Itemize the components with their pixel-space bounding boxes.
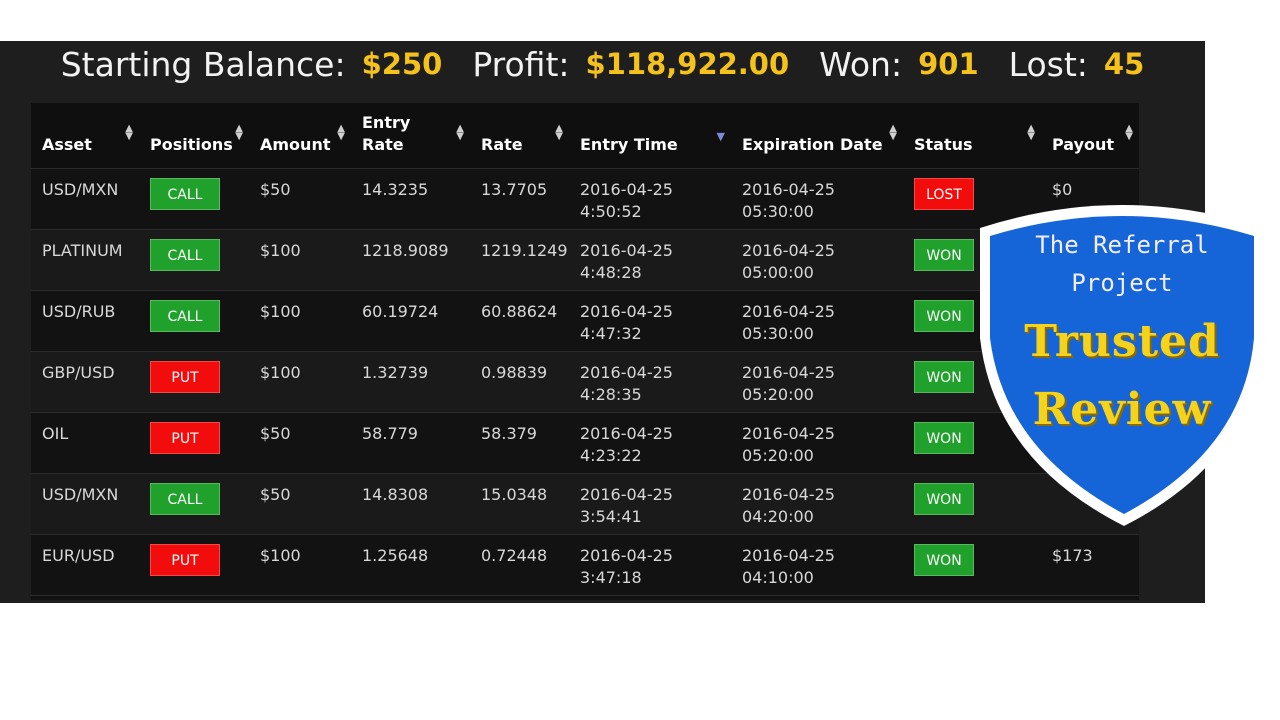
position-call-button[interactable]: CALL xyxy=(150,177,220,210)
amount-cell: $100 xyxy=(249,351,351,413)
position-cell: CALL xyxy=(139,473,249,535)
expiration-date-cell: 2016-04-25 05:30:00 xyxy=(731,290,903,352)
amount-cell: $50 xyxy=(249,168,351,230)
status-badge: LOST xyxy=(914,177,974,210)
status-badge: WON xyxy=(914,543,974,576)
amount-cell: $100 xyxy=(249,534,351,596)
sort-icon[interactable]: ▲ ▼ xyxy=(1027,124,1035,142)
position-put-button[interactable]: PUT xyxy=(150,543,220,576)
entry-rate-cell: 58.779 xyxy=(351,412,470,474)
position-cell: PUT xyxy=(139,351,249,413)
status-badge: WON xyxy=(914,482,974,515)
sort-icon[interactable]: ▲ ▼ xyxy=(235,124,243,142)
column-header-asset[interactable]: Asset ▲ ▼ xyxy=(31,103,139,169)
profit-label: Profit: xyxy=(472,44,570,84)
rate-cell: 13.7705 xyxy=(470,168,569,230)
position-call-button[interactable]: CALL xyxy=(150,482,220,515)
expiration-date-cell: 2016-04-25 04:20:00 xyxy=(731,473,903,535)
position-cell: PUT xyxy=(139,412,249,474)
status-badge: WON xyxy=(914,238,974,271)
position-put-button[interactable]: PUT xyxy=(150,360,220,393)
starting-balance-value: $250 xyxy=(361,47,443,81)
sort-icon[interactable]: ▲ ▼ xyxy=(456,124,464,142)
entry-rate-cell: 1.32739 xyxy=(351,351,470,413)
amount-cell: $50 xyxy=(249,412,351,474)
asset-cell: USD/MXN xyxy=(31,168,139,230)
rate-cell: 1219.1249 xyxy=(470,229,569,291)
profit-value: $118,922.00 xyxy=(585,47,790,81)
entry-time-cell: 2016-04-25 3:54:41 xyxy=(569,473,731,535)
badge-line-1: The Referral xyxy=(1035,231,1209,259)
column-header-positions[interactable]: Positions ▲ ▼ xyxy=(139,103,249,169)
column-header-amount[interactable]: Amount ▲ ▼ xyxy=(249,103,351,169)
entry-rate-cell: 14.3235 xyxy=(351,168,470,230)
rate-cell: 0.98839 xyxy=(470,351,569,413)
sort-descending-icon[interactable]: ▼ xyxy=(717,131,725,142)
expiration-date-cell: 2016-04-25 05:20:00 xyxy=(731,412,903,474)
entry-rate-cell: 1218.9089 xyxy=(351,229,470,291)
lost-label: Lost: xyxy=(1008,44,1088,84)
asset-cell: USD/MXN xyxy=(31,473,139,535)
entry-rate-cell: 14.8308 xyxy=(351,473,470,535)
entry-rate-cell: 1.25648 xyxy=(351,534,470,596)
position-cell: CALL xyxy=(139,229,249,291)
rate-cell: 15.0348 xyxy=(470,473,569,535)
won-label: Won: xyxy=(819,44,903,84)
column-header-rate[interactable]: Rate ▲ ▼ xyxy=(470,103,569,169)
rate-cell: 58.379 xyxy=(470,412,569,474)
asset-cell: GBP/USD xyxy=(31,351,139,413)
column-header-entry-rate[interactable]: Entry Rate ▲ ▼ xyxy=(351,103,470,169)
position-put-button[interactable]: PUT xyxy=(150,421,220,454)
position-call-button[interactable]: CALL xyxy=(150,299,220,332)
entry-time-cell: 2016-04-25 4:47:32 xyxy=(569,290,731,352)
position-cell: PUT xyxy=(139,534,249,596)
entry-time-cell: 2016-04-25 4:48:28 xyxy=(569,229,731,291)
sort-icon[interactable]: ▲ ▼ xyxy=(889,124,897,142)
expiration-date-cell: 2016-04-25 04:10:00 xyxy=(731,534,903,596)
column-header-expiration-date[interactable]: Expiration Date ▲ ▼ xyxy=(731,103,903,169)
column-header-status[interactable]: Status ▲ ▼ xyxy=(903,103,1041,169)
sort-icon[interactable]: ▲ ▼ xyxy=(1125,124,1133,142)
lost-value: 45 xyxy=(1103,47,1145,81)
entry-rate-cell: 60.19724 xyxy=(351,290,470,352)
position-cell: CALL xyxy=(139,290,249,352)
status-badge: WON xyxy=(914,360,974,393)
position-cell: CALL xyxy=(139,168,249,230)
expiration-date-cell: 2016-04-25 05:00:00 xyxy=(731,229,903,291)
amount-cell: $100 xyxy=(249,229,351,291)
expiration-date-cell: 2016-04-25 05:20:00 xyxy=(731,351,903,413)
amount-cell: $50 xyxy=(249,473,351,535)
summary-bar: Starting Balance: $250 Profit: $118,922.… xyxy=(0,42,1205,86)
won-value: 901 xyxy=(918,47,979,81)
asset-cell: PLATINUM xyxy=(31,229,139,291)
column-header-entry-time[interactable]: Entry Time ▼ xyxy=(569,103,731,169)
badge-line-3: Trusted xyxy=(1024,316,1220,367)
entry-time-cell: 2016-04-25 3:47:18 xyxy=(569,534,731,596)
starting-balance-label: Starting Balance: xyxy=(60,44,346,84)
rate-cell: 0.72448 xyxy=(470,534,569,596)
sort-icon[interactable]: ▲ ▼ xyxy=(125,124,133,142)
status-badge: WON xyxy=(914,421,974,454)
column-header-payout[interactable]: Payout ▲ ▼ xyxy=(1041,103,1139,169)
table-header-row: Asset ▲ ▼ Positions ▲ ▼ Amount ▲ ▼ Entry Rate ▲ ▼… xyxy=(31,103,1139,169)
rate-cell: 60.88624 xyxy=(470,290,569,352)
expiration-date-cell: 2016-04-25 05:30:00 xyxy=(731,168,903,230)
asset-cell: USD/RUB xyxy=(31,290,139,352)
asset-cell: OIL xyxy=(31,412,139,474)
amount-cell: $100 xyxy=(249,290,351,352)
sort-icon[interactable]: ▲ ▼ xyxy=(555,124,563,142)
position-call-button[interactable]: CALL xyxy=(150,238,220,271)
badge-line-2: Project xyxy=(1071,269,1173,297)
badge-line-4: Review xyxy=(1032,384,1212,435)
sort-icon[interactable]: ▲ ▼ xyxy=(337,124,345,142)
status-cell: WON xyxy=(903,534,1041,596)
entry-time-cell: 2016-04-25 4:50:52 xyxy=(569,168,731,230)
status-badge: WON xyxy=(914,299,974,332)
asset-cell: EUR/USD xyxy=(31,534,139,596)
entry-time-cell: 2016-04-25 4:23:22 xyxy=(569,412,731,474)
payout-cell: $173 xyxy=(1041,534,1139,596)
entry-time-cell: 2016-04-25 4:28:35 xyxy=(569,351,731,413)
trusted-review-badge: The Referral Project Trusted Review xyxy=(972,188,1272,530)
table-row: EUR/USD PUT $100 1.25648 0.72448 2016-04-25 3:… xyxy=(31,534,1139,596)
